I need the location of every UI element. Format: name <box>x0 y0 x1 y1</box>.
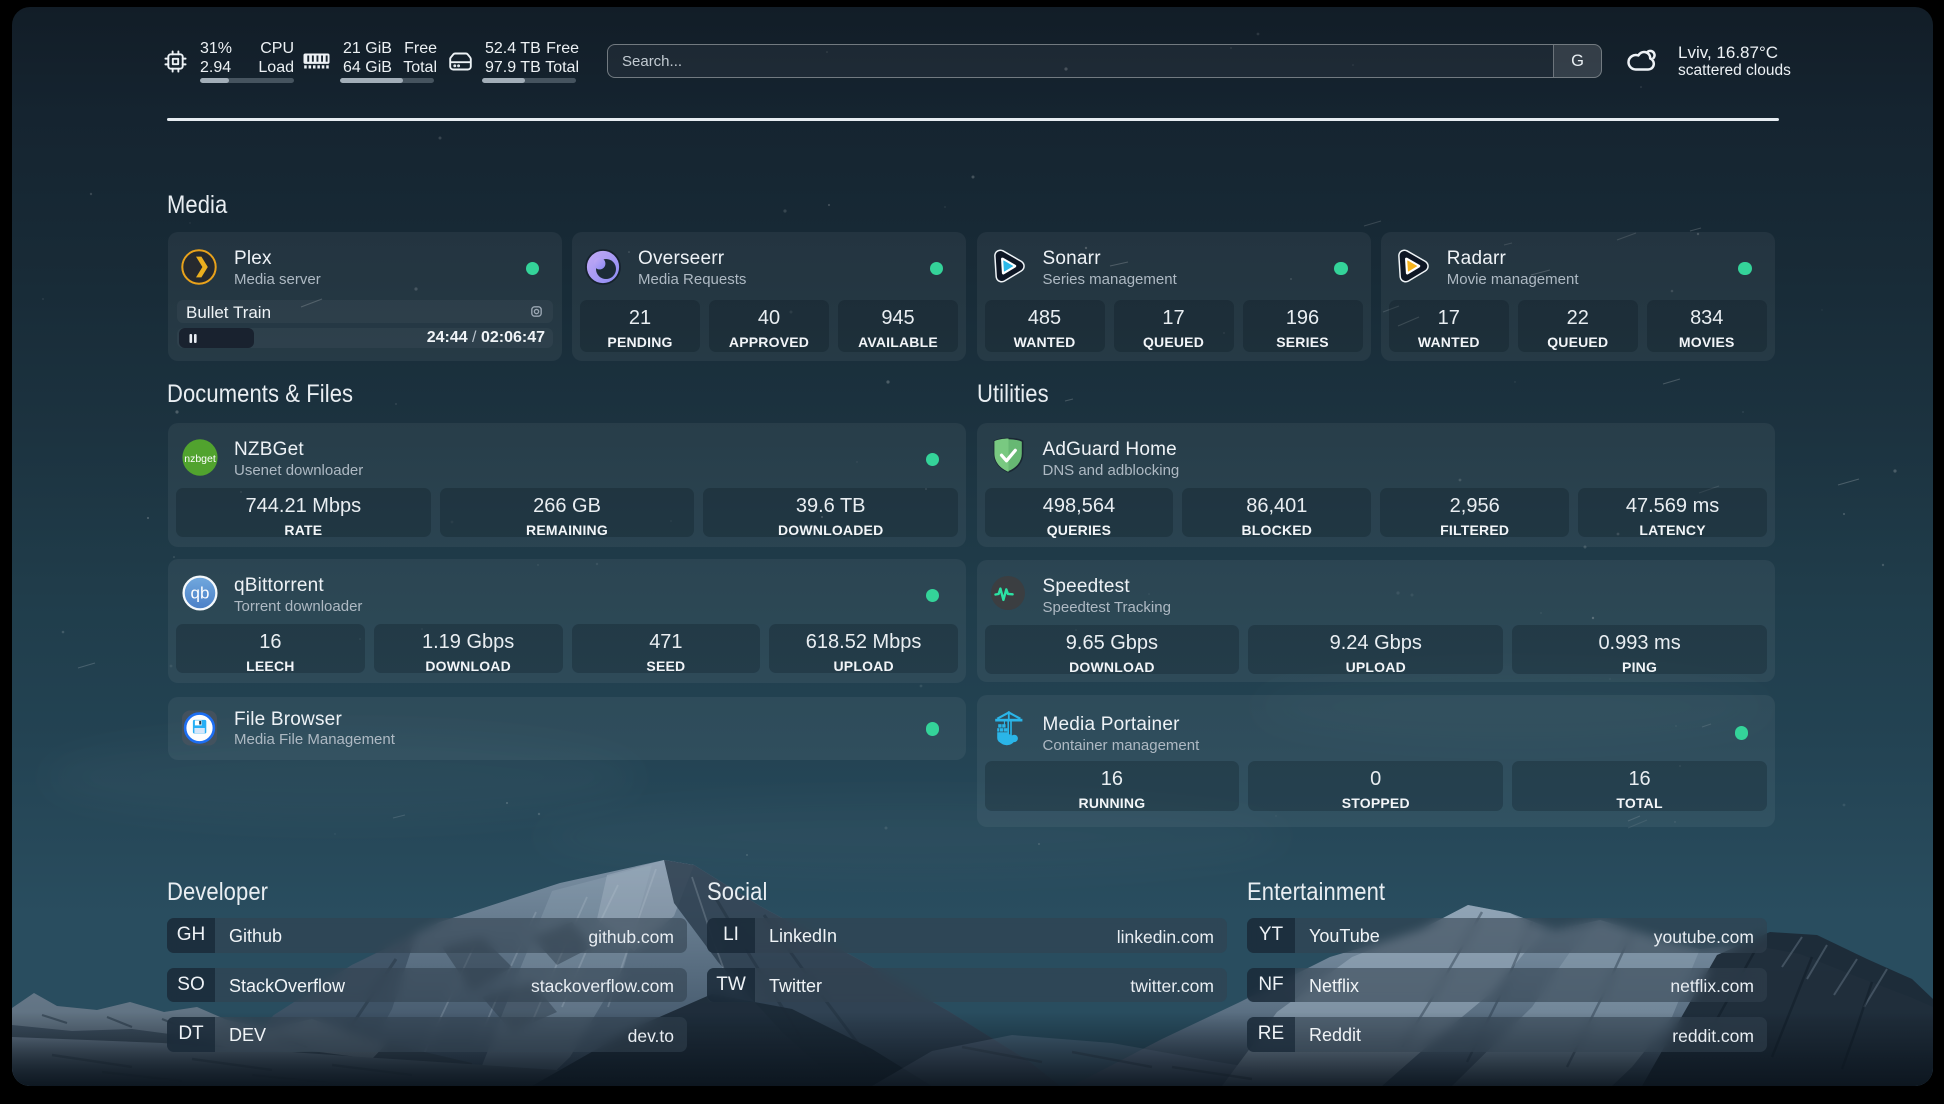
svg-text:nzbget: nzbget <box>184 452 216 464</box>
svg-text:qb: qb <box>191 584 210 603</box>
